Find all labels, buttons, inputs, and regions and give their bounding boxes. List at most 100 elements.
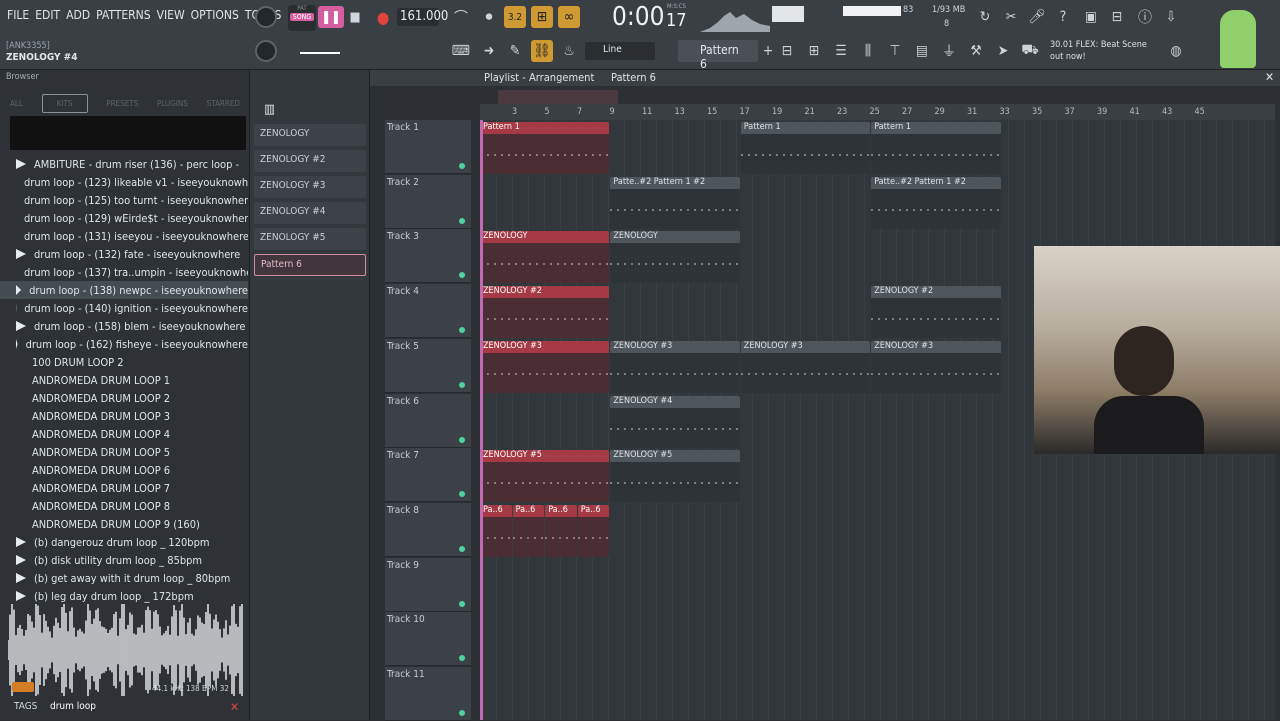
- pattern-clip[interactable]: Pattern 1: [741, 122, 870, 174]
- track-mute-led[interactable]: [459, 655, 465, 661]
- master-volume-knob[interactable]: [255, 6, 277, 28]
- track-mute-led[interactable]: [459, 437, 465, 443]
- pattern-clip[interactable]: Patte..#2 Pattern 1 #2: [871, 177, 1000, 229]
- browser-item[interactable]: (b) get away with it drum loop _ 80bpm: [0, 569, 248, 587]
- browser-item[interactable]: drum loop - (137) tra..umpin - iseeyoukn…: [0, 263, 248, 281]
- pattern-clip[interactable]: ZENOLOGY: [610, 231, 739, 283]
- track-header[interactable]: Track 9: [385, 558, 471, 612]
- track-header[interactable]: Track 5: [385, 339, 471, 393]
- browser-item[interactable]: ANDROMEDA DRUM LOOP 6: [0, 461, 248, 479]
- stop-button[interactable]: ■: [342, 6, 368, 28]
- download-icon[interactable]: ⇩: [1160, 6, 1182, 28]
- browser-tab-plugins[interactable]: PLUGINS: [157, 99, 188, 108]
- track-mute-led[interactable]: [459, 546, 465, 552]
- step-edit-icon[interactable]: ⊞: [531, 6, 553, 28]
- browser-item[interactable]: ANDROMEDA DRUM LOOP 5: [0, 443, 248, 461]
- track-mute-led[interactable]: [459, 163, 465, 169]
- arrow-right-icon[interactable]: ➜: [478, 40, 500, 62]
- tools-icon[interactable]: ⚒: [965, 40, 987, 62]
- pattern-clip[interactable]: ZENOLOGY #2: [871, 286, 1000, 338]
- pattern-selector[interactable]: Pattern 6: [678, 40, 758, 62]
- track-header[interactable]: Track 10: [385, 612, 471, 666]
- browser-item[interactable]: (b) leg day drum loop _ 172bpm: [0, 587, 248, 605]
- close-icon[interactable]: ✕: [1265, 70, 1274, 84]
- playlist-view-icon[interactable]: ⊟: [776, 40, 798, 62]
- pattern-clip[interactable]: Pa..6: [513, 505, 545, 557]
- browser-tab-all[interactable]: ALL: [10, 99, 23, 108]
- track-mute-led[interactable]: [459, 327, 465, 333]
- pattern-clip[interactable]: ZENOLOGY #5: [610, 450, 739, 502]
- record-button[interactable]: ●: [370, 6, 396, 28]
- piano-roll-icon[interactable]: ☰: [830, 40, 852, 62]
- pattern-clip[interactable]: Pattern 1: [480, 122, 609, 174]
- pause-button[interactable]: ❚❚: [318, 6, 344, 28]
- browser-view-icon[interactable]: ⊤: [884, 40, 906, 62]
- snap-selector[interactable]: Line: [585, 42, 655, 60]
- track-header[interactable]: Track 1: [385, 120, 471, 174]
- browser-item[interactable]: ANDROMEDA DRUM LOOP 3: [0, 407, 248, 425]
- track-mute-led[interactable]: [459, 710, 465, 716]
- browser-item[interactable]: (b) disk utility drum loop _ 85bpm: [0, 551, 248, 569]
- play-preview-button[interactable]: [12, 682, 34, 692]
- pattern-clip[interactable]: ZENOLOGY #4: [610, 396, 739, 448]
- loop-record-icon[interactable]: ∞: [558, 6, 580, 28]
- browser-tab-presets[interactable]: PRESETS: [106, 99, 138, 108]
- stamp-icon[interactable]: ♨: [558, 40, 580, 62]
- track-header[interactable]: Track 3: [385, 229, 471, 283]
- channel-rack-icon[interactable]: ⊞: [803, 40, 825, 62]
- pattern-item[interactable]: ZENOLOGY #2: [254, 150, 366, 172]
- browser-item[interactable]: drum loop - (162) fisheye - iseeyouknowh…: [0, 335, 248, 353]
- menu-patterns[interactable]: PATTERNS: [93, 8, 153, 22]
- browser-item[interactable]: drum loop - (125) too turnt - iseeyoukno…: [0, 191, 248, 209]
- mixer-view-icon[interactable]: ⫼: [857, 40, 879, 62]
- browser-item[interactable]: drum loop - (138) newpc - iseeyouknowher…: [0, 281, 248, 299]
- pattern-clip[interactable]: ZENOLOGY #3: [871, 341, 1000, 393]
- track-header[interactable]: Track 2: [385, 175, 471, 229]
- browser-item[interactable]: ANDROMEDA DRUM LOOP 9 (160): [0, 515, 248, 533]
- track-header[interactable]: Track 4: [385, 284, 471, 338]
- timeline-ruler[interactable]: 3579111315171921232527293133353739414345: [480, 104, 1275, 120]
- track-header[interactable]: Track 8: [385, 503, 471, 557]
- browser-item[interactable]: ANDROMEDA DRUM LOOP 2: [0, 389, 248, 407]
- browser-item[interactable]: drum loop - (123) likeable v1 - iseeyouk…: [0, 173, 248, 191]
- info-icon[interactable]: ⓘ: [1134, 6, 1156, 28]
- pattern-clip[interactable]: ZENOLOGY: [480, 231, 609, 283]
- pattern-clip[interactable]: Pattern 1: [871, 122, 1000, 174]
- menu-file[interactable]: FILE: [4, 8, 32, 22]
- mixer-icon[interactable]: ⊟: [1106, 6, 1128, 28]
- countdown-icon[interactable]: 3.2: [504, 6, 526, 28]
- pattern-clip[interactable]: Pa..6: [578, 505, 610, 557]
- track-header[interactable]: Track 6: [385, 394, 471, 448]
- master-pitch-slider[interactable]: [300, 44, 340, 54]
- browser-item[interactable]: AMBITURE - drum riser (136) - perc loop …: [0, 155, 248, 173]
- pattern-item[interactable]: ZENOLOGY: [254, 124, 366, 146]
- pattern-item[interactable]: ZENOLOGY #4: [254, 202, 366, 224]
- master-pitch-knob[interactable]: [255, 40, 277, 62]
- metronome-icon[interactable]: ⌒: [450, 6, 472, 28]
- pattern-item[interactable]: Pattern 6: [254, 254, 366, 276]
- menu-add[interactable]: ADD: [63, 8, 93, 22]
- cart-icon[interactable]: ⛟: [1019, 40, 1041, 62]
- menu-options[interactable]: OPTIONS: [188, 8, 242, 22]
- piano-icon[interactable]: ⌨: [450, 40, 472, 62]
- browser-item[interactable]: drum loop - (132) fate - iseeyouknowhere: [0, 245, 248, 263]
- tempo-display[interactable]: 161.000: [397, 8, 439, 26]
- help-icon[interactable]: ?: [1052, 6, 1074, 28]
- link-icon[interactable]: ⛓: [531, 40, 553, 62]
- pattern-clip[interactable]: Pa..6: [480, 505, 512, 557]
- track-mute-led[interactable]: [459, 272, 465, 278]
- pattern-clip[interactable]: ZENOLOGY #3: [480, 341, 609, 393]
- browser-item[interactable]: ANDROMEDA DRUM LOOP 7: [0, 479, 248, 497]
- menu-edit[interactable]: EDIT: [32, 8, 63, 22]
- send-icon[interactable]: ➤: [992, 40, 1014, 62]
- news-line1[interactable]: 30.01 FLEX: Beat Scene: [1050, 40, 1147, 50]
- browser-item[interactable]: (b) dangerouz drum loop _ 120bpm: [0, 533, 248, 551]
- track-mute-led[interactable]: [459, 218, 465, 224]
- globe-icon[interactable]: ◍: [1165, 40, 1187, 62]
- pattern-clip[interactable]: Patte..#2 Pattern 1 #2: [610, 177, 739, 229]
- pattern-item[interactable]: ZENOLOGY #5: [254, 228, 366, 250]
- browser-item[interactable]: 100 DRUM LOOP 2: [0, 353, 248, 371]
- browser-item[interactable]: drum loop - (140) ignition - iseeyouknow…: [0, 299, 248, 317]
- pattern-clip[interactable]: Pa..6: [545, 505, 577, 557]
- browser-item[interactable]: ANDROMEDA DRUM LOOP 8: [0, 497, 248, 515]
